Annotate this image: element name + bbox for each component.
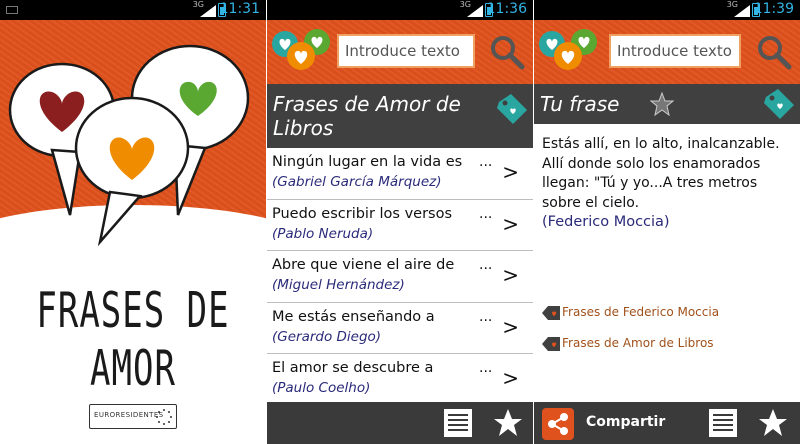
list-icon[interactable] (708, 408, 738, 438)
bottom-bar (267, 402, 533, 444)
magnifier-icon[interactable] (756, 34, 792, 70)
phrase-author: (Gerardo Diego) (272, 328, 382, 345)
signal-icon (734, 5, 750, 17)
bottom-bar: Compartir (534, 402, 800, 444)
speech-bubbles-hearts-icon (8, 44, 250, 247)
chevron-right-icon: > (502, 263, 519, 288)
tag-icon (542, 337, 560, 351)
list-item[interactable]: El amor se descubre a ... (Paulo Coelho)… (267, 354, 533, 406)
list-icon[interactable] (443, 408, 473, 438)
ellipsis: ... (479, 205, 493, 222)
chevron-right-icon: > (502, 314, 519, 339)
list-item[interactable]: Ningún lugar en la vida es ... (Gabriel … (267, 148, 533, 200)
title-bar: Frases de Amor de Libros (267, 84, 533, 148)
related-link-label: Frases de Federico Moccia (562, 305, 720, 319)
splash-screen: 3G 11:31 FRASES DE AMOR EURORESIDENTES (0, 0, 266, 444)
search-input[interactable] (337, 34, 475, 68)
status-bar: 3G 11:39 (534, 0, 800, 20)
signal-icon (200, 5, 216, 17)
clock: 11:36 (486, 1, 527, 17)
page-title: Frases de Amor de Libros (273, 92, 461, 140)
signal-icon (467, 5, 483, 17)
brand-name: EURORESIDENTES (94, 411, 164, 419)
app-logo-icon[interactable] (269, 26, 335, 80)
top-bar (534, 20, 800, 84)
quote-author[interactable]: (Federico Moccia) (542, 214, 670, 230)
chevron-right-icon: > (502, 366, 519, 391)
phrase-text: Abre que viene el aire de (272, 257, 455, 274)
app-logo-icon[interactable] (536, 26, 602, 80)
share-label[interactable]: Compartir (586, 414, 665, 430)
related-link-label: Frases de Amor de Libros (562, 336, 714, 350)
price-tag-icon[interactable] (495, 92, 529, 126)
list-item[interactable]: Me estás enseñando a ... (Gerardo Diego)… (267, 302, 533, 355)
list-item[interactable]: Puedo escribir los versos ... (Pablo Ner… (267, 199, 533, 252)
phrase-text: Puedo escribir los versos (272, 205, 453, 222)
ellipsis: ... (479, 360, 493, 377)
clock: 11:31 (219, 1, 260, 17)
splash-title: FRASES DE AMOR (36, 282, 230, 398)
clock: 11:39 (753, 1, 794, 17)
page-title: Tu frase (540, 92, 620, 116)
keyboard-icon (6, 6, 18, 14)
chevron-right-icon: > (502, 160, 519, 184)
search-input[interactable] (609, 34, 741, 68)
share-button[interactable] (542, 408, 574, 440)
phrase-list: Ningún lugar en la vida es ... (Gabriel … (267, 148, 533, 406)
status-bar: 3G 11:36 (267, 0, 533, 20)
phrase-text: Me estás enseñando a (272, 308, 435, 325)
phrase-text: El amor se descubre a (272, 360, 434, 377)
ellipsis: ... (479, 308, 493, 325)
phrase-author: (Gabriel García Márquez) (272, 174, 442, 190)
status-bar: 3G 11:31 (0, 0, 266, 20)
ellipsis: ... (479, 257, 493, 274)
eu-stars-icon (156, 409, 172, 425)
tag-icon (542, 306, 560, 320)
list-screen: 3G 11:36 Frases de Amor de Libros Ningún (267, 0, 533, 444)
list-item[interactable]: Abre que viene el aire de ... (Miguel He… (267, 251, 533, 303)
phrase-author: (Paulo Coelho) (272, 380, 371, 397)
detail-screen: 3G 11:39 Tu frase Estás allí, en lo (534, 0, 800, 444)
title-bar: Tu frase (534, 84, 800, 124)
top-bar (267, 20, 533, 84)
star-icon[interactable] (758, 408, 788, 438)
share-icon (548, 413, 568, 435)
star-icon[interactable] (493, 408, 523, 438)
favorite-star-icon[interactable] (650, 92, 674, 116)
ellipsis: ... (479, 154, 493, 170)
price-tag-icon[interactable] (762, 87, 796, 121)
magnifier-icon[interactable] (489, 34, 525, 70)
phrase-author: (Pablo Neruda) (272, 225, 374, 242)
phrase-author: (Miguel Hernández) (272, 277, 405, 294)
brand-logo: EURORESIDENTES (89, 404, 177, 429)
quote-text: Estás allí, en lo alto, inalcanzable. Al… (542, 136, 780, 211)
chevron-right-icon: > (502, 211, 519, 236)
phrase-text: Ningún lugar en la vida es (272, 154, 463, 170)
